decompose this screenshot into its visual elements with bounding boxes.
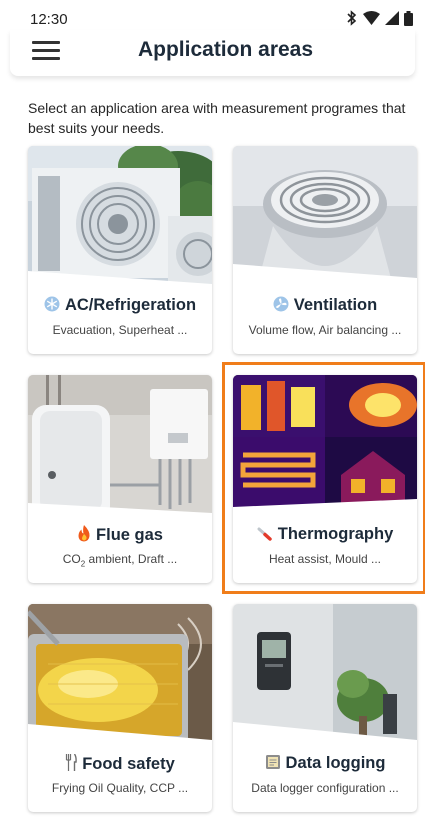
card-title-text: Data logging	[285, 754, 386, 772]
card-flue-gas[interactable]: Flue gas CO2 ambient, Draft ...	[28, 375, 212, 583]
ac-refrigeration-image	[28, 146, 212, 296]
status-time: 12:30	[30, 11, 68, 28]
cutlery-icon	[66, 754, 77, 771]
card-ac-refrigeration[interactable]: AC/Refrigeration Evacuation, Superheat .…	[28, 146, 212, 354]
card-food-safety[interactable]: Food safety Frying Oil Quality, CCP ...	[28, 604, 212, 812]
card-title: Flue gas	[28, 525, 212, 545]
app-bar: Application areas	[10, 30, 415, 76]
wifi-icon	[363, 11, 380, 25]
fan-icon	[273, 296, 289, 312]
card-subtitle: Volume flow, Air balancing ...	[248, 323, 402, 337]
thermography-image	[233, 375, 417, 525]
card-thermography[interactable]: Thermography Heat assist, Mould ...	[233, 375, 417, 583]
flame-icon	[78, 525, 90, 542]
card-title: Food safety	[28, 754, 212, 774]
card-title: Thermography	[233, 525, 417, 544]
intro-text: Select an application area with measurem…	[28, 100, 406, 136]
status-icons	[346, 10, 413, 26]
card-title: Ventilation	[233, 296, 417, 315]
bluetooth-icon	[347, 10, 357, 26]
flue-gas-image	[28, 375, 212, 525]
card-data-logging[interactable]: Data logging Data logger configuration .…	[233, 604, 417, 812]
page-title: Application areas	[137, 38, 314, 61]
card-subtitle: Frying Oil Quality, CCP ...	[51, 781, 189, 795]
card-title-text: Food safety	[82, 755, 175, 773]
status-bar: 12:30	[0, 0, 425, 30]
card-subtitle: CO2 ambient, Draft ...	[62, 552, 178, 569]
clipboard-icon	[265, 755, 280, 769]
card-subtitle: Heat assist, Mould ...	[268, 552, 382, 566]
card-subtitle: Data logger configuration ...	[251, 781, 399, 795]
card-title-text: AC/Refrigeration	[64, 296, 197, 314]
card-subtitle: Evacuation, Superheat ...	[52, 323, 188, 337]
data-logging-image	[233, 604, 417, 754]
signal-icon	[385, 11, 399, 25]
ventilation-image	[233, 146, 417, 296]
card-title-text: Thermography	[277, 525, 394, 543]
card-ventilation[interactable]: Ventilation Volume flow, Air balancing .…	[233, 146, 417, 354]
card-title: AC/Refrigeration	[28, 296, 212, 315]
battery-icon	[404, 10, 413, 26]
snowflake-icon	[44, 296, 60, 312]
food-safety-image	[28, 604, 212, 754]
card-title: Data logging	[233, 754, 417, 773]
thermometer-icon	[257, 527, 272, 541]
card-title-text: Ventilation	[293, 296, 378, 314]
card-title-text: Flue gas	[96, 526, 163, 544]
